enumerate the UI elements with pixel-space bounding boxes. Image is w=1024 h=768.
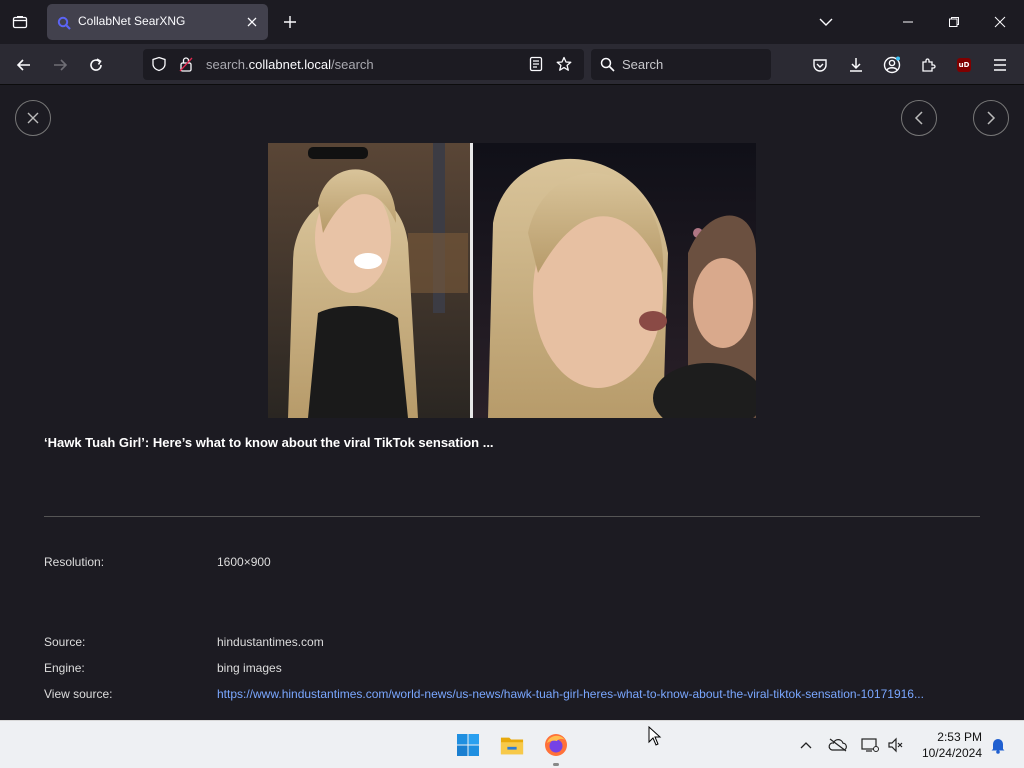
back-icon[interactable]	[11, 52, 37, 78]
reader-icon[interactable]	[528, 56, 544, 76]
pocket-icon[interactable]	[807, 52, 833, 78]
search-bar[interactable]: Search	[591, 49, 771, 80]
page-content: ‘Hawk Tuah Girl’: Here’s what to know ab…	[0, 85, 1024, 720]
volume-icon[interactable]	[884, 733, 908, 757]
tab-list-icon[interactable]	[8, 10, 32, 34]
chevron-down-icon[interactable]	[816, 12, 836, 32]
reload-icon[interactable]	[83, 52, 109, 78]
close-icon[interactable]	[244, 14, 260, 30]
shield-icon[interactable]	[151, 56, 167, 76]
title-bar: CollabNet SearXNG	[0, 0, 1024, 44]
bell-icon[interactable]	[986, 733, 1010, 757]
url-text[interactable]: search.collabnet.local/search	[206, 57, 374, 72]
view-source-label: View source:	[44, 687, 113, 701]
source-label: Source:	[44, 635, 86, 649]
search-input[interactable]: Search	[622, 57, 663, 72]
download-icon[interactable]	[843, 52, 869, 78]
url-domain: collabnet.local	[248, 57, 332, 72]
arrow-right-icon	[987, 111, 996, 125]
chevron-up-icon[interactable]	[794, 733, 818, 757]
result-title: ‘Hawk Tuah Girl’: Here’s what to know ab…	[44, 435, 494, 450]
source-value: hindustantimes.com	[217, 635, 324, 649]
clock-date: 10/24/2024	[921, 746, 982, 760]
tab-active[interactable]: CollabNet SearXNG	[47, 4, 268, 40]
close-icon	[27, 112, 39, 124]
extensions-icon[interactable]	[915, 52, 941, 78]
firefox-running-indicator	[553, 763, 559, 766]
windows-start-icon[interactable]	[456, 733, 480, 757]
resolution-label: Resolution:	[44, 555, 105, 569]
mouse-cursor-icon	[648, 725, 662, 750]
url-prefix: search.	[206, 57, 249, 72]
clock-time: 2:53 PM	[937, 730, 982, 744]
restore-icon[interactable]	[944, 12, 964, 32]
account-icon[interactable]	[879, 52, 905, 78]
url-path: /search	[331, 57, 374, 72]
preview-image[interactable]	[268, 143, 756, 418]
lock-icon[interactable]	[179, 56, 193, 76]
arrow-left-icon	[914, 111, 923, 125]
magnifier-icon	[600, 57, 615, 76]
engine-value: bing images	[217, 661, 282, 675]
search-favicon-icon	[57, 15, 71, 30]
ublock-label: uD	[957, 58, 971, 72]
clock[interactable]: 2:53 PM 10/24/2024	[920, 729, 982, 761]
firefox-icon[interactable]	[544, 733, 568, 757]
forward-icon[interactable]	[47, 52, 73, 78]
file-explorer-icon[interactable]	[500, 733, 524, 757]
onedrive-icon[interactable]	[826, 733, 850, 757]
divider	[44, 516, 980, 517]
engine-label: Engine:	[44, 661, 85, 675]
previous-image-button[interactable]	[901, 100, 937, 136]
close-preview-button[interactable]	[15, 100, 51, 136]
navigation-bar: search.collabnet.local/search Search uD	[0, 44, 1024, 85]
view-source-link[interactable]: https://www.hindustantimes.com/world-new…	[217, 687, 979, 701]
minimize-icon[interactable]	[898, 12, 918, 32]
network-icon[interactable]	[858, 733, 882, 757]
resolution-value: 1600×900	[217, 555, 271, 569]
close-window-icon[interactable]	[990, 12, 1010, 32]
menu-icon[interactable]	[987, 52, 1013, 78]
next-image-button[interactable]	[973, 100, 1009, 136]
tab-title: CollabNet SearXNG	[78, 14, 186, 28]
taskbar: 2:53 PM 10/24/2024	[0, 720, 1024, 768]
star-icon[interactable]	[556, 56, 572, 76]
ublock-icon[interactable]: uD	[951, 52, 977, 78]
url-bar[interactable]: search.collabnet.local/search	[143, 49, 584, 80]
plus-icon[interactable]	[280, 12, 300, 32]
